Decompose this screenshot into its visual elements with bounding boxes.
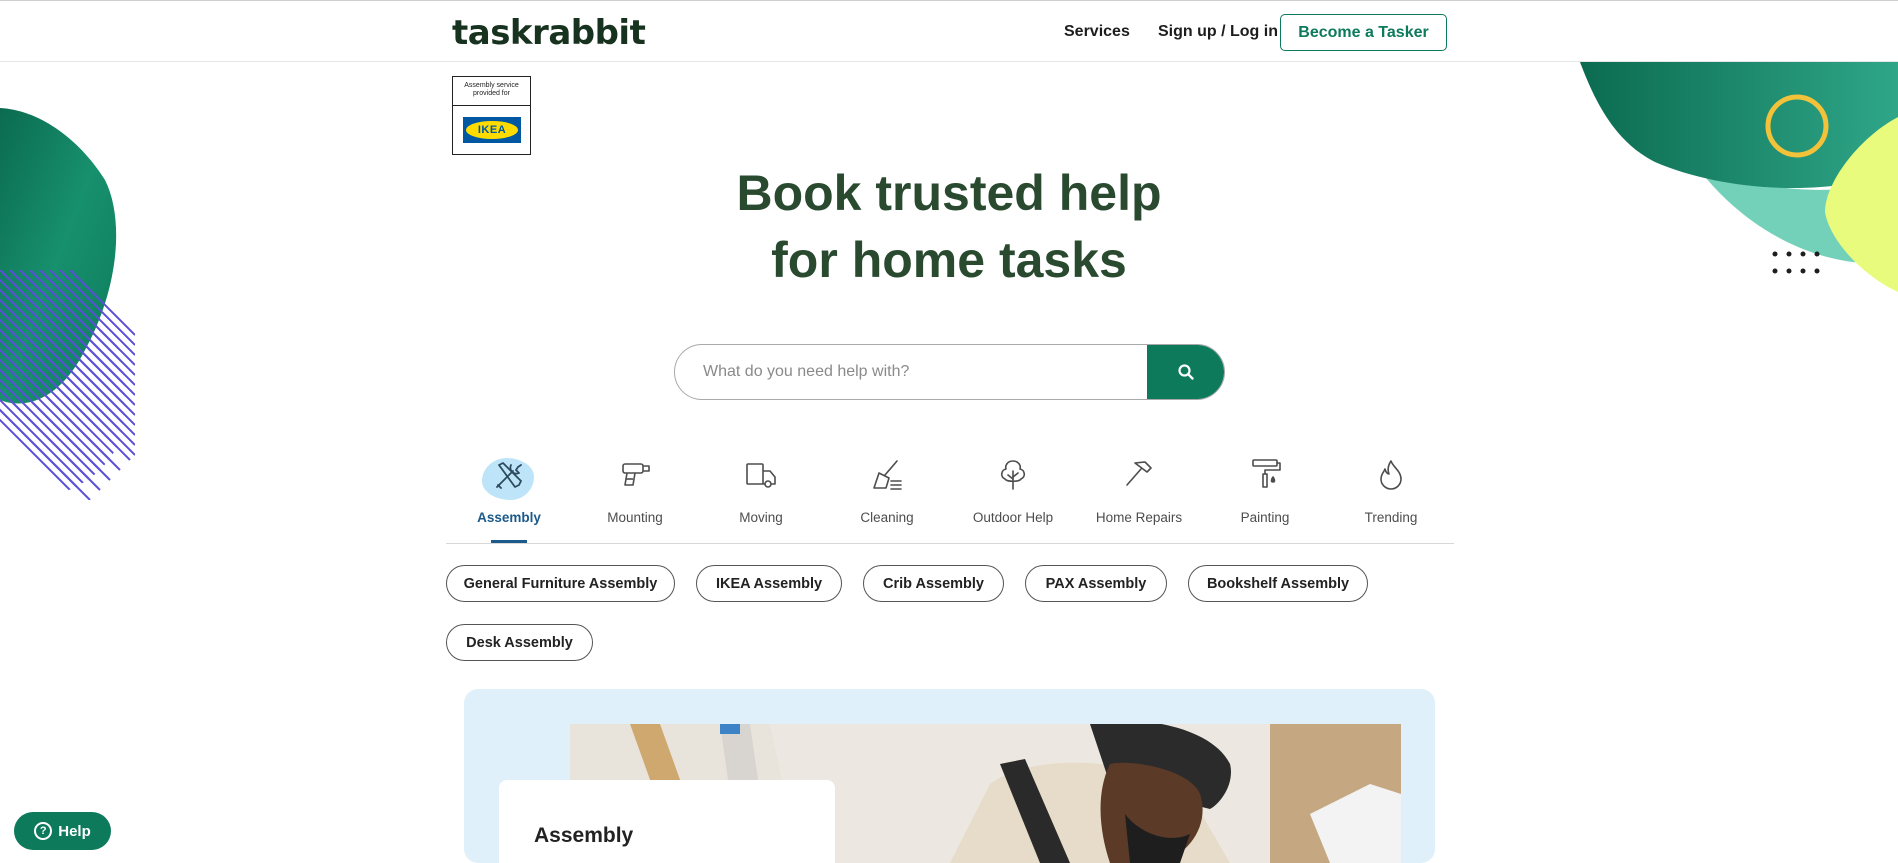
services-link[interactable]: Services [1064, 23, 1130, 41]
tab-label: Home Repairs [1095, 510, 1183, 525]
tab-painting[interactable]: Painting [1202, 452, 1328, 544]
chip-bookshelf-assembly[interactable]: Bookshelf Assembly [1188, 565, 1368, 602]
search-input[interactable] [703, 345, 1143, 398]
tab-label: Trending [1364, 510, 1418, 525]
tab-mounting[interactable]: Mounting [572, 452, 698, 544]
paint-roller-icon [1252, 459, 1281, 488]
become-tasker-button[interactable]: Become a Tasker [1280, 14, 1447, 51]
tools-icon [496, 462, 522, 489]
taskrabbit-logo[interactable]: taskrabbit [452, 13, 646, 53]
hero-title-line2: for home tasks [771, 232, 1127, 288]
feature-card: Assembly [499, 780, 835, 863]
help-label: Help [58, 822, 91, 840]
tab-label: Cleaning [860, 510, 914, 525]
tab-moving[interactable]: Moving [698, 452, 824, 544]
broom-icon [873, 460, 902, 490]
tab-label: Outdoor Help [972, 510, 1054, 525]
chip-crib-assembly[interactable]: Crib Assembly [863, 565, 1004, 602]
search-icon [1178, 364, 1194, 380]
signup-login-link[interactable]: Sign up / Log in [1158, 23, 1278, 41]
top-nav: taskrabbit Services Sign up / Log in Bec… [0, 0, 1898, 62]
question-icon: ? [34, 822, 53, 840]
category-tabs: Assembly Mounting Moving Cleaning Outdoo… [446, 452, 1454, 544]
drill-icon [622, 463, 650, 486]
hero-title-line1: Book trusted help [736, 165, 1162, 221]
tab-home-repairs[interactable]: Home Repairs [1076, 452, 1202, 544]
help-button[interactable]: ? Help [14, 812, 111, 850]
chip-pax-assembly[interactable]: PAX Assembly [1025, 565, 1167, 602]
tab-label: Painting [1240, 510, 1290, 525]
search-button[interactable] [1147, 345, 1224, 399]
chip-desk-assembly[interactable]: Desk Assembly [446, 624, 593, 661]
chip-ikea-assembly[interactable]: IKEA Assembly [696, 565, 842, 602]
ikea-partner-badge: Assembly service provided for IKEA [452, 76, 531, 155]
tab-assembly[interactable]: Assembly [446, 452, 572, 544]
left-stripes [0, 270, 126, 500]
tab-label: Mounting [607, 510, 663, 525]
tab-label: Assembly [477, 510, 541, 525]
chip-general-furniture-assembly[interactable]: General Furniture Assembly [446, 565, 675, 602]
truck-icon [746, 463, 776, 488]
search-bar [674, 344, 1225, 400]
ikea-logo: IKEA [463, 117, 521, 143]
feature-title: Assembly [534, 824, 634, 847]
tab-trending[interactable]: Trending [1328, 452, 1454, 544]
hammer-icon [1126, 461, 1152, 486]
tab-cleaning[interactable]: Cleaning [824, 452, 950, 544]
active-tab-indicator [491, 540, 527, 543]
tab-outdoor-help[interactable]: Outdoor Help [950, 452, 1076, 544]
ikea-badge-caption: Assembly service provided for [453, 77, 530, 106]
feature-panel: Assembly [464, 689, 1435, 863]
tree-icon [1000, 460, 1026, 490]
tab-label: Moving [739, 510, 783, 525]
flame-icon [1380, 460, 1402, 490]
